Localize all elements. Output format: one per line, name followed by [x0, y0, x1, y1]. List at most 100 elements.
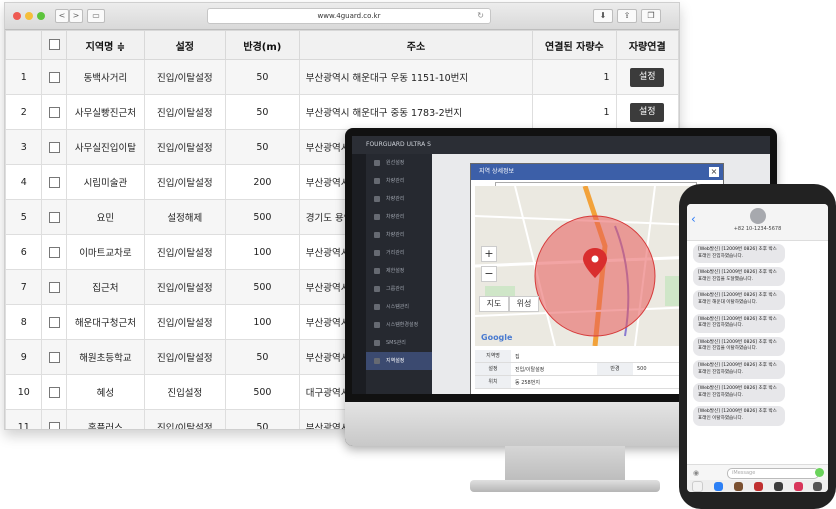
- row-checkbox[interactable]: [48, 351, 60, 363]
- photos-app-icon[interactable]: [692, 480, 704, 492]
- row-checkbox-cell[interactable]: [41, 339, 68, 375]
- row-checkbox[interactable]: [48, 141, 60, 153]
- row-checkbox-cell[interactable]: [41, 94, 68, 130]
- back-icon[interactable]: ‹: [691, 212, 696, 226]
- row-checkbox[interactable]: [48, 211, 60, 223]
- zone-address: 부산광역시 해운대구 우동 1151-10번지: [298, 59, 534, 95]
- back-button[interactable]: <: [55, 9, 69, 23]
- url-text: www.4guard.co.kr: [317, 12, 381, 20]
- sidebar-item[interactable]: 제한설정: [366, 262, 432, 280]
- message-list: [Web발신] [12009번 0826] 초후 박스 표래인 진입하였습니다.…: [693, 244, 821, 430]
- row-checkbox-cell[interactable]: [41, 234, 68, 270]
- share-icon[interactable]: ⇪: [617, 9, 637, 23]
- row-checkbox-cell[interactable]: [41, 199, 68, 235]
- forward-button[interactable]: >: [69, 9, 83, 23]
- row-number: 3: [5, 129, 43, 165]
- sidebar-item[interactable]: 시스템관리: [366, 298, 432, 316]
- sidebar-item[interactable]: 시스템환경설정: [366, 316, 432, 334]
- zone-name[interactable]: 동백사거리: [66, 59, 145, 95]
- camera-icon[interactable]: ◉: [693, 469, 699, 477]
- sidebar-item[interactable]: 지역설정: [366, 352, 432, 370]
- settings-button[interactable]: 설정: [630, 102, 665, 122]
- zone-name[interactable]: 사무실진입이탈: [66, 129, 145, 165]
- sidebar-item[interactable]: 차량관리: [366, 226, 432, 244]
- row-checkbox[interactable]: [48, 281, 60, 293]
- minimize-dot-icon[interactable]: [25, 12, 33, 20]
- row-checkbox-cell[interactable]: [41, 129, 68, 165]
- zone-name[interactable]: 혜성: [66, 374, 145, 410]
- zone-name[interactable]: 시립미술관: [66, 164, 145, 200]
- zoom-out-button[interactable]: −: [481, 266, 497, 282]
- message-header: ‹ +82 10-1234-5678: [687, 204, 828, 241]
- sidebar-item[interactable]: 거리관리: [366, 244, 432, 262]
- table-row[interactable]: 1 동백사거리 진입/이탈설정 50 부산광역시 해운대구 우동 1151-10번지 1 설…: [5, 59, 679, 95]
- vehicle-link-cell: 설정: [615, 94, 679, 130]
- form-value-setting[interactable]: 진입/이탈설정: [511, 366, 597, 373]
- row-checkbox[interactable]: [48, 386, 60, 398]
- download-icon[interactable]: ⬇: [593, 9, 613, 23]
- table-row[interactable]: 2 사무실빵진근처 진입/이탈설정 50 부산광역시 해운대구 중동 1783-2번지 1…: [5, 94, 679, 130]
- phone-screen: ‹ +82 10-1234-5678 [Web발신] [12009번 0826]…: [687, 204, 828, 492]
- sidebar-item[interactable]: 원선설정: [366, 154, 432, 172]
- address-bar[interactable]: www.4guard.co.kr ↻: [207, 8, 491, 24]
- map-type-map-button[interactable]: 지도: [479, 296, 509, 312]
- row-checkbox-cell[interactable]: [41, 409, 68, 429]
- row-checkbox-cell[interactable]: [41, 269, 68, 305]
- message-input[interactable]: iMessage: [727, 468, 819, 479]
- col-select-all[interactable]: [41, 30, 68, 60]
- zone-name[interactable]: 해운대구청근처: [66, 304, 145, 340]
- row-checkbox-cell[interactable]: [41, 59, 68, 95]
- row-number: 2: [5, 94, 43, 130]
- close-dot-icon[interactable]: [13, 12, 21, 20]
- form-label-name: 지역명: [475, 350, 511, 362]
- map-type-satellite-button[interactable]: 위성: [509, 296, 539, 312]
- zone-name[interactable]: 사무실빵진근처: [66, 94, 145, 130]
- heart-app-icon[interactable]: [753, 481, 763, 491]
- row-checkbox[interactable]: [48, 106, 60, 118]
- sidebar-item[interactable]: SMS관리: [366, 334, 432, 352]
- select-all-checkbox[interactable]: [48, 39, 60, 51]
- sidebar-toggle-icon[interactable]: ▭: [87, 9, 105, 23]
- row-checkbox[interactable]: [48, 246, 60, 258]
- sidebar-item[interactable]: 차량관리: [366, 172, 432, 190]
- row-number: 7: [5, 269, 43, 305]
- zone-name[interactable]: 해원초등학교: [66, 339, 145, 375]
- row-checkbox-cell[interactable]: [41, 374, 68, 410]
- row-checkbox[interactable]: [48, 316, 60, 328]
- sidebar-item[interactable]: 그룹관리: [366, 280, 432, 298]
- settings-button[interactable]: 설정: [630, 67, 665, 87]
- zone-name[interactable]: 홈플러스: [66, 409, 145, 429]
- search-app-icon[interactable]: [793, 481, 803, 491]
- row-checkbox[interactable]: [48, 176, 60, 188]
- app-brand: FOURGUARD ULTRA S: [366, 141, 431, 148]
- row-checkbox-cell[interactable]: [41, 164, 68, 200]
- sidebar-item[interactable]: 차량관리: [366, 190, 432, 208]
- zone-setting: 진입설정: [143, 374, 227, 410]
- row-checkbox[interactable]: [48, 71, 60, 83]
- maximize-dot-icon[interactable]: [37, 12, 45, 20]
- form-label-location: 위치: [475, 376, 511, 388]
- tabs-icon[interactable]: ❐: [641, 9, 661, 23]
- row-checkbox-cell[interactable]: [41, 304, 68, 340]
- row-checkbox[interactable]: [48, 421, 60, 429]
- dialog-title-text: 지역 상세정보: [479, 168, 515, 175]
- memoji-app-icon[interactable]: [734, 481, 744, 491]
- zoom-in-button[interactable]: +: [481, 246, 497, 262]
- col-zone-name[interactable]: 지역명 ≑: [66, 30, 145, 60]
- row-number: 5: [5, 199, 43, 235]
- reload-icon[interactable]: ↻: [477, 9, 484, 23]
- zone-name[interactable]: 이마트교차로: [66, 234, 145, 270]
- zone-name[interactable]: 집근처: [66, 269, 145, 305]
- zone-setting: 설정해제: [143, 199, 227, 235]
- appstore-app-icon[interactable]: [714, 481, 724, 491]
- send-icon[interactable]: [815, 468, 824, 477]
- zone-setting: 진입/이탈설정: [143, 304, 227, 340]
- sidebar-item[interactable]: 차량관리: [366, 208, 432, 226]
- more-app-icon[interactable]: [813, 481, 823, 491]
- music-app-icon[interactable]: [773, 481, 783, 491]
- zone-name[interactable]: 요민: [66, 199, 145, 235]
- message-input-bar: ◉ iMessage: [687, 464, 828, 481]
- message-bubble: [Web발신] [12009번 0826] 초후 박스 표래인 진입하였습니다.: [693, 244, 785, 264]
- zone-setting: 진입/이탈설정: [143, 409, 227, 429]
- close-icon[interactable]: ×: [709, 167, 719, 177]
